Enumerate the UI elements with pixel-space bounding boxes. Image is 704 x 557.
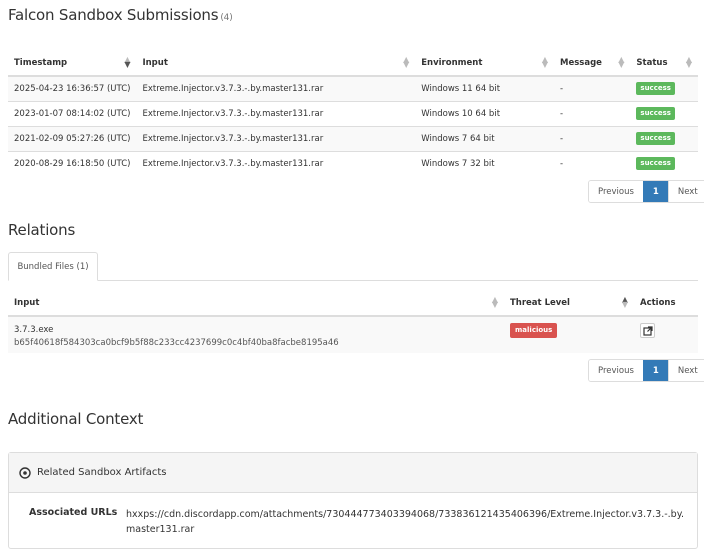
status-badge[interactable]: success (636, 82, 675, 96)
sort-desc-icon: ▲ ▼ (124, 55, 131, 69)
environment-cell: Windows 7 64 bit (415, 125, 554, 151)
next-page-button[interactable]: Next (667, 181, 704, 202)
status-badge[interactable]: success (636, 107, 675, 120)
bundled-files-table: Input ▲ ▼ Threat Level ▲ ▼ Actions 3.7.3.exe… (8, 290, 698, 353)
file-hash[interactable]: b65f40618f584303ca0bcf9b5f88c233cc423769… (14, 337, 498, 350)
timestamp-cell: 2025-04-23 16:36:57 (UTC) (8, 75, 137, 101)
panel-heading: Related Sandbox Artifacts (9, 453, 697, 493)
previous-page-button[interactable]: Previous (589, 181, 643, 202)
submissions-pagination: Previous 1 Next (588, 180, 704, 203)
external-link-icon[interactable] (640, 323, 655, 338)
associated-url-value[interactable]: hxxps://cdn.discordapp.com/attachments/7… (126, 507, 691, 537)
page-1-button[interactable]: 1 (642, 181, 668, 202)
column-header-threat-level[interactable]: Threat Level ▲ ▼ (504, 290, 634, 317)
associated-urls-label: Associated URLs (29, 507, 118, 518)
artifacts-icon (19, 466, 31, 479)
table-row[interactable]: 2020-08-29 16:18:50 (UTC) Extreme.Inject… (8, 150, 698, 176)
message-cell: - (554, 150, 631, 176)
input-cell[interactable]: Extreme.Injector.v3.7.3.-.by.master131.r… (136, 125, 416, 151)
column-header-timestamp[interactable]: Timestamp ▲ ▼ (8, 50, 137, 77)
sort-icon: ▲ ▼ (685, 55, 692, 69)
column-header-environment[interactable]: Environment ▲ ▼ (415, 50, 554, 77)
table-row[interactable]: 2025-04-23 16:36:57 (UTC) Extreme.Inject… (8, 75, 698, 101)
message-cell: - (554, 100, 631, 126)
sort-icon: ▲ ▼ (618, 55, 625, 69)
relations-pagination: Previous 1 Next (588, 359, 704, 382)
environment-cell: Windows 11 64 bit (415, 75, 554, 101)
status-badge[interactable]: success (636, 132, 675, 145)
input-cell[interactable]: Extreme.Injector.v3.7.3.-.by.master131.r… (136, 75, 416, 101)
submissions-table: Timestamp ▲ ▼ Input ▲ ▼ Environment ▲ ▼ Messag… (8, 50, 698, 176)
message-cell: - (554, 75, 631, 101)
next-page-button[interactable]: Next (667, 360, 704, 381)
additional-context-title: Additional Context (8, 410, 144, 428)
timestamp-cell: 2021-02-09 05:27:26 (UTC) (8, 125, 137, 151)
column-header-status[interactable]: Status ▲ ▼ (630, 50, 698, 77)
status-badge[interactable]: success (636, 157, 675, 171)
environment-cell: Windows 7 32 bit (415, 150, 554, 176)
column-header-input[interactable]: Input ▲ ▼ (136, 50, 416, 77)
sort-asc-icon: ▲ ▼ (621, 295, 628, 309)
tab-bundled-files[interactable]: Bundled Files (1) (8, 252, 98, 281)
table-row[interactable]: 2023-01-07 08:14:02 (UTC) Extreme.Inject… (8, 100, 698, 126)
submissions-title: Falcon Sandbox Submissions (4) (8, 6, 233, 24)
threat-level-badge[interactable]: malicious (510, 323, 558, 338)
relations-tabs: Bundled Files (1) (8, 252, 698, 281)
submissions-count: (4) (220, 13, 233, 23)
table-row[interactable]: 2021-02-09 05:27:26 (UTC) Extreme.Inject… (8, 125, 698, 151)
panel-title: Related Sandbox Artifacts (37, 467, 167, 478)
table-row[interactable]: 3.7.3.exe b65f40618f584303ca0bcf9b5f88c2… (8, 315, 698, 353)
sort-icon: ▲ ▼ (541, 55, 548, 69)
previous-page-button[interactable]: Previous (589, 360, 643, 381)
column-header-input[interactable]: Input ▲ ▼ (8, 290, 504, 317)
timestamp-cell: 2023-01-07 08:14:02 (UTC) (8, 100, 137, 126)
environment-cell: Windows 10 64 bit (415, 100, 554, 126)
input-cell[interactable]: Extreme.Injector.v3.7.3.-.by.master131.r… (136, 150, 416, 176)
column-header-actions: Actions (634, 290, 698, 317)
sort-icon: ▲ ▼ (491, 295, 498, 309)
related-artifacts-panel: Related Sandbox Artifacts Associated URL… (8, 452, 698, 549)
relations-title: Relations (8, 221, 76, 239)
timestamp-cell: 2020-08-29 16:18:50 (UTC) (8, 150, 137, 176)
sort-icon: ▲ ▼ (403, 55, 410, 69)
page-1-button[interactable]: 1 (642, 360, 668, 381)
message-cell: - (554, 125, 631, 151)
file-name[interactable]: 3.7.3.exe (14, 324, 498, 337)
input-cell[interactable]: Extreme.Injector.v3.7.3.-.by.master131.r… (136, 100, 416, 126)
column-header-message[interactable]: Message ▲ ▼ (554, 50, 631, 77)
